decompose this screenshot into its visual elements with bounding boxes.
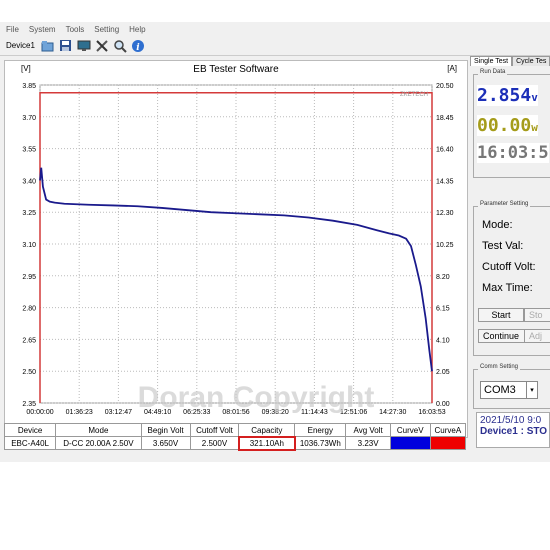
table-cell: 3.23V: [345, 436, 391, 450]
time-value: 16:03:5: [477, 143, 549, 163]
y-tick-label: 2.95: [22, 274, 36, 281]
y2-tick-label: 12.30: [436, 210, 454, 217]
table-cell: 2.500V: [189, 436, 240, 450]
test-val-label: Test Val:: [482, 240, 524, 252]
y-tick-label: 3.55: [22, 147, 36, 154]
voltage-value: 2.854: [477, 85, 532, 106]
cutoff-volt-label: Cutoff Volt:: [482, 261, 536, 273]
toolbar: Device1 i: [0, 36, 550, 56]
comm-group: Comm Setting COM3 ▾: [473, 364, 550, 409]
table-header-row: Device Mode Begin Volt Cutoff Volt Capacity E…: [3, 423, 467, 437]
tab-cycle-test[interactable]: Cycle Tes: [512, 56, 550, 66]
status-box: 2021/5/10 9:0 Device1 : STO: [476, 412, 550, 448]
watermark-text: Doran Copyright: [138, 381, 375, 414]
x-tick-label: 00:00:00: [26, 409, 53, 416]
y-tick-label: 2.35: [22, 401, 36, 408]
zketech-label: ZKETECH: [400, 92, 428, 98]
save-icon[interactable]: [59, 39, 73, 53]
power-unit: w: [531, 121, 538, 134]
x-tick-label: 01:36:23: [66, 409, 93, 416]
table-header-cell: Cutoff Volt: [189, 423, 240, 437]
y2-tick-label: 0.00: [436, 401, 450, 408]
y-tick-label: 2.80: [22, 306, 36, 313]
y2-tick-label: 4.10: [436, 337, 450, 344]
comm-label: Comm Setting: [478, 364, 521, 370]
menu-file[interactable]: File: [6, 25, 19, 34]
voltage-display: 2.854v: [477, 85, 538, 106]
status-date: 2021/5/10 9:0: [480, 415, 542, 426]
menu-tools[interactable]: Tools: [66, 25, 85, 34]
y2-tick-label: 2.05: [436, 369, 450, 376]
adjust-button[interactable]: Adj: [524, 329, 550, 343]
max-time-label: Max Time:: [482, 282, 533, 294]
discharge-chart: 2.35 0.00 2.50 2.05 2.65 4.10 2.80 6.15 2.95 8.20…: [22, 83, 454, 416]
table-header-cell: Capacity: [238, 423, 296, 437]
table-cell: 1036.73Wh: [294, 436, 347, 450]
result-table: Device Mode Begin Volt Cutoff Volt Capacity E…: [3, 423, 467, 451]
y-tick-label: 3.10: [22, 242, 36, 249]
menu-setting[interactable]: Setting: [94, 25, 119, 34]
y-tick-label: 2.65: [22, 337, 36, 344]
search-icon[interactable]: [113, 39, 127, 53]
y-tick-label: 3.70: [22, 115, 36, 122]
y-tick-label: 3.40: [22, 178, 36, 185]
run-data-label: Run Data: [478, 69, 508, 75]
curve-v-swatch: [389, 436, 431, 450]
y2-tick-label: 14.35: [436, 178, 454, 185]
y2-tick-label: 6.15: [436, 306, 450, 313]
app-window: File System Tools Setting Help Device1 i…: [0, 22, 550, 462]
y2-tick-label: 18.45: [436, 115, 454, 122]
y2-tick-label: 20.50: [436, 83, 454, 90]
x-tick-label: 03:12:47: [105, 409, 132, 416]
table-header-cell: Device: [3, 423, 57, 437]
com-port-value: COM3: [484, 384, 516, 396]
com-port-select[interactable]: COM3 ▾: [480, 381, 538, 399]
table-cell: EBC-A40L: [3, 436, 57, 450]
curve-a-swatch: [429, 436, 467, 450]
table-cell: D-CC 20.00A 2.50V: [55, 436, 142, 450]
x-tick-label: 14:27:30: [379, 409, 406, 416]
monitor-icon[interactable]: [77, 39, 91, 53]
x-tick-label: 16:03:53: [418, 409, 445, 416]
status-device: Device1 : STO: [480, 426, 548, 437]
voltage-unit: v: [531, 91, 538, 104]
table-header-cell: Avg Volt: [345, 423, 391, 437]
start-button[interactable]: Start: [478, 308, 524, 322]
table-row[interactable]: EBC-A40L D-CC 20.00A 2.50V 3.650V 2.500V 321…: [3, 435, 467, 451]
run-data-group: Run Data 2.854v 00.00w 16:03:5: [473, 69, 550, 178]
power-value: 00.00: [477, 115, 532, 136]
right-panel: Single Test Cycle Tes Run Data 2.854v 00…: [470, 56, 550, 466]
open-folder-icon[interactable]: [41, 39, 55, 53]
menu-bar: File System Tools Setting Help: [0, 22, 550, 36]
y2-tick-label: 10.25: [436, 242, 454, 249]
table-header-cell: Energy: [294, 423, 347, 437]
parameter-group: Parameter Setting Mode: Test Val: Cutoff…: [473, 201, 550, 356]
y-tick-label: 3.25: [22, 210, 36, 217]
parameter-label: Parameter Setting: [478, 201, 531, 207]
capacity-cell: 321.10Ah: [237, 435, 296, 451]
stop-button[interactable]: Sto: [524, 308, 550, 322]
table-header-cell: CurveA: [429, 423, 467, 437]
y-tick-label: 3.85: [22, 83, 36, 90]
chart-panel: EB Tester Software [V] [A] 2.35 0.00 2.50 2…: [4, 60, 468, 438]
table-cell: 3.650V: [140, 436, 191, 450]
menu-help[interactable]: Help: [129, 25, 145, 34]
mode-label: Mode:: [482, 219, 513, 231]
table-header-cell: Mode: [55, 423, 142, 437]
y-tick-label: 2.50: [22, 369, 36, 376]
info-icon[interactable]: i: [131, 39, 145, 53]
table-header-cell: Begin Volt: [140, 423, 191, 437]
y2-tick-label: 8.20: [436, 274, 450, 281]
chevron-down-icon[interactable]: ▾: [526, 382, 537, 398]
time-display: 16:03:5: [477, 143, 549, 163]
y2-tick-label: 16.40: [436, 147, 454, 154]
device-label: Device1: [6, 41, 35, 50]
menu-system[interactable]: System: [29, 25, 56, 34]
svg-text:i: i: [136, 43, 140, 53]
tools-icon[interactable]: [95, 39, 109, 53]
table-header-cell: CurveV: [389, 423, 431, 437]
power-display: 00.00w: [477, 115, 538, 136]
continue-button[interactable]: Continue: [478, 329, 528, 343]
tab-single-test[interactable]: Single Test: [470, 56, 513, 66]
